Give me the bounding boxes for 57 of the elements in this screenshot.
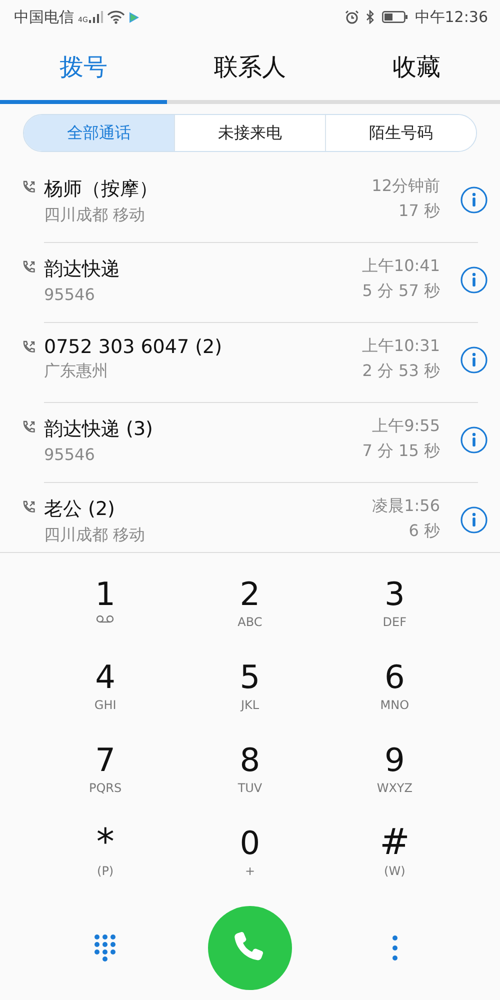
call-location: 四川成都 移动 bbox=[44, 205, 146, 226]
dial-key[interactable]: 2 ABC bbox=[210, 573, 290, 656]
call-time: 上午10:31 bbox=[362, 336, 440, 357]
info-icon[interactable] bbox=[460, 186, 488, 214]
signal-icon bbox=[88, 11, 103, 23]
dial-key[interactable]: 9 WXYZ bbox=[354, 739, 435, 822]
call-time: 凌晨1:56 bbox=[372, 496, 440, 517]
dial-key[interactable]: 7 PQRS bbox=[65, 739, 146, 822]
clock-time: 中午12:36 bbox=[414, 8, 488, 26]
more-menu-icon[interactable] bbox=[392, 934, 398, 960]
tab[interactable]: 收藏 bbox=[333, 34, 500, 104]
tab[interactable]: 拨号 bbox=[0, 34, 167, 104]
outgoing-call-icon bbox=[22, 340, 36, 354]
play-icon bbox=[128, 12, 139, 22]
contact-name: 老公 (2) bbox=[44, 497, 116, 522]
alarm-icon bbox=[344, 10, 359, 24]
call-time: 12分钟前 bbox=[372, 176, 440, 197]
info-icon[interactable] bbox=[460, 426, 488, 454]
call-duration: 17 秒 bbox=[398, 201, 440, 222]
outgoing-call-icon bbox=[22, 500, 36, 514]
outgoing-call-icon bbox=[22, 180, 36, 194]
info-icon[interactable] bbox=[460, 506, 488, 534]
dial-key[interactable]: 8 TUV bbox=[210, 739, 290, 822]
carrier-name: 中国电信 bbox=[14, 8, 74, 26]
bluetooth-icon bbox=[366, 10, 375, 24]
call-time: 上午9:55 bbox=[372, 416, 440, 437]
call-location: 广东惠州 bbox=[44, 361, 109, 382]
contact-name: 韵达快递 (3) bbox=[44, 417, 154, 442]
contact-name: 0752 303 6047 (2) bbox=[44, 336, 224, 358]
dial-key[interactable]: 1 bbox=[65, 573, 146, 656]
filter-tab[interactable]: 陌生号码 bbox=[325, 115, 476, 151]
dial-key[interactable]: 6 MNO bbox=[354, 656, 435, 739]
call-duration: 5 分 57 秒 bbox=[362, 281, 440, 302]
call-duration: 2 分 53 秒 bbox=[362, 361, 440, 382]
dial-key[interactable]: 5 JKL bbox=[210, 656, 290, 739]
dial-key[interactable]: * (P) bbox=[65, 822, 146, 905]
wifi-icon bbox=[106, 10, 125, 24]
tab[interactable]: 联系人 bbox=[166, 34, 334, 104]
call-time: 上午10:41 bbox=[362, 256, 440, 277]
voicemail-icon bbox=[95, 615, 116, 623]
battery-icon bbox=[382, 11, 408, 23]
dialpad-icon[interactable] bbox=[94, 934, 116, 962]
call-location: 四川成都 移动 bbox=[44, 525, 146, 546]
contact-name: 杨师（按摩） bbox=[44, 177, 159, 202]
info-icon[interactable] bbox=[460, 266, 488, 294]
info-icon[interactable] bbox=[460, 346, 488, 374]
call-duration: 6 秒 bbox=[408, 521, 440, 542]
dial-key[interactable]: 3 DEF bbox=[354, 573, 435, 656]
dial-key[interactable]: # (W) bbox=[354, 822, 435, 905]
call-location: 95546 bbox=[44, 445, 96, 464]
call-duration: 7 分 15 秒 bbox=[362, 441, 440, 462]
contact-name: 韵达快递 bbox=[44, 257, 121, 282]
outgoing-call-icon bbox=[22, 260, 36, 274]
dial-key[interactable]: 0 + bbox=[210, 822, 290, 905]
outgoing-call-icon bbox=[22, 420, 36, 434]
dial-key[interactable]: 4 GHI bbox=[65, 656, 146, 739]
call-location: 95546 bbox=[44, 285, 96, 304]
